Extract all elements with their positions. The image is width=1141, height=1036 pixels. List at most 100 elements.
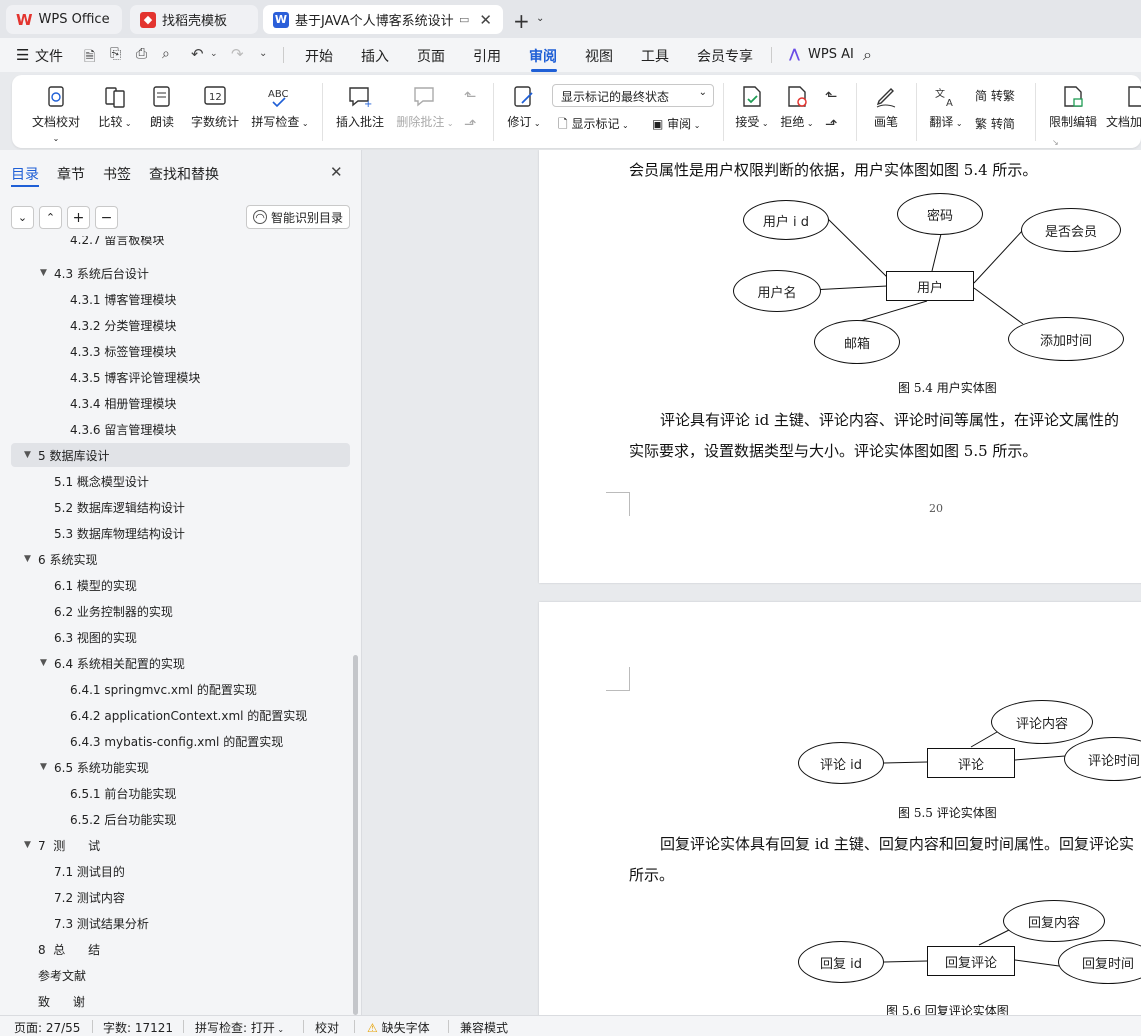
collapse-all-button[interactable]: ⌄ bbox=[11, 206, 34, 229]
ribbon-expand-icon[interactable]: ↘ bbox=[1052, 138, 1059, 147]
menu-review[interactable]: 审阅 bbox=[529, 46, 557, 66]
tab-chapters[interactable]: 章节 bbox=[57, 164, 85, 184]
toc-item[interactable]: 4.3.4 相册管理模块 bbox=[0, 391, 350, 415]
toc-item[interactable]: ▼ 7 测 试 bbox=[0, 833, 350, 857]
next-comment-icon[interactable]: ⬏ bbox=[464, 115, 477, 133]
pen-button[interactable]: 画笔 bbox=[871, 85, 901, 130]
spell-check-button[interactable]: ABC 拼写检查 ⌄ bbox=[250, 85, 310, 130]
toc-item[interactable]: ▼ 6.4 系统相关配置的实现 bbox=[0, 651, 350, 675]
toc-item[interactable]: 4.3.2 分类管理模块 bbox=[0, 313, 350, 337]
delete-comment-button[interactable]: 删除批注 ⌄ bbox=[395, 85, 455, 130]
close-pane-icon[interactable]: ✕ bbox=[330, 163, 343, 181]
menu-tools[interactable]: 工具 bbox=[641, 46, 669, 66]
print-preview-icon[interactable]: ⌕ bbox=[162, 46, 170, 62]
toc-item[interactable]: 6.2 业务控制器的实现 bbox=[0, 599, 350, 623]
tab-find-replace[interactable]: 查找和替换 bbox=[149, 164, 219, 184]
menu-page[interactable]: 页面 bbox=[417, 46, 445, 66]
show-markup-button[interactable]: 🗋 显示标记 ⌄ bbox=[558, 115, 629, 136]
caret-down-icon[interactable]: ▼ bbox=[24, 554, 31, 564]
toc-item[interactable]: 参考文献 bbox=[0, 963, 350, 987]
toc-item[interactable]: 7.1 测试目的 bbox=[0, 859, 350, 883]
smart-toc-button[interactable]: ◠ 智能识别目录 bbox=[246, 205, 350, 229]
toc-item[interactable]: 6.1 模型的实现 bbox=[0, 573, 350, 597]
toc-item[interactable]: 7.2 测试内容 bbox=[0, 885, 350, 909]
review-pane-button[interactable]: ▣ 审阅 ⌄ bbox=[652, 115, 700, 132]
tab-document[interactable]: W 基于JAVA个人博客系统设计 与 ▭ ✕ bbox=[263, 5, 503, 34]
next-change-icon[interactable]: ⬏ bbox=[825, 115, 838, 133]
previous-comment-icon[interactable]: ⬑ bbox=[464, 87, 477, 105]
caret-down-icon[interactable]: ▼ bbox=[40, 658, 47, 668]
restrict-edit-button[interactable]: 限制编辑 bbox=[1046, 85, 1100, 130]
share-icon[interactable]: ⎘ bbox=[110, 46, 121, 62]
toc-item[interactable]: 6.4.3 mybatis-config.xml 的配置实现 bbox=[0, 729, 350, 753]
compare-button[interactable]: 比较 ⌄ bbox=[95, 85, 135, 130]
toc-item[interactable]: 4.3.5 博客评论管理模块 bbox=[0, 365, 350, 389]
search-icon[interactable]: ⌕ bbox=[863, 45, 872, 65]
to-traditional-button[interactable]: 简 转繁 bbox=[975, 87, 1015, 104]
toc-item[interactable]: 6.5.2 后台功能实现 bbox=[0, 807, 350, 831]
previous-change-icon[interactable]: ⬑ bbox=[825, 87, 838, 105]
proof-button[interactable]: 校对 bbox=[315, 1019, 339, 1036]
revise-button[interactable]: 修订 ⌄ bbox=[502, 85, 546, 130]
doc-encrypt-button[interactable]: 文档加 bbox=[1106, 85, 1141, 130]
toc-item[interactable]: 4.3.1 博客管理模块 bbox=[0, 287, 350, 311]
chevron-down-icon[interactable]: ⌄ bbox=[536, 13, 544, 24]
tab-wps-office[interactable]: W WPS Office bbox=[6, 5, 122, 34]
menu-insert[interactable]: 插入 bbox=[361, 46, 389, 66]
toc-item[interactable]: 致 谢 bbox=[0, 989, 350, 1013]
spell-check-indicator[interactable]: 拼写检查: 打开 ⌄ bbox=[195, 1019, 284, 1036]
add-heading-button[interactable]: + bbox=[67, 206, 90, 229]
toc-item[interactable]: 4.3.3 标签管理模块 bbox=[0, 339, 350, 363]
markup-state-select[interactable]: 显示标记的最终状态 ⌄ bbox=[552, 84, 714, 107]
toc-item[interactable]: 5.2 数据库逻辑结构设计 bbox=[0, 495, 350, 519]
toc-item[interactable]: 4.2.7 留言板模块 bbox=[0, 236, 350, 250]
toc-item[interactable]: ▼ 4.3 系统后台设计 bbox=[0, 261, 350, 285]
toc-item[interactable]: 5.3 数据库物理结构设计 bbox=[0, 521, 350, 545]
toc-item[interactable]: 8 总 结 bbox=[0, 937, 350, 961]
doc-check-button[interactable]: 文档校对 ⌄ bbox=[28, 85, 84, 144]
toc-item[interactable]: 6.3 视图的实现 bbox=[0, 625, 350, 649]
menu-file[interactable]: 文件 bbox=[35, 46, 63, 66]
menu-view[interactable]: 视图 bbox=[585, 46, 613, 66]
undo-icon[interactable]: ↶ bbox=[191, 45, 204, 63]
menu-reference[interactable]: 引用 bbox=[473, 46, 501, 66]
translate-button[interactable]: 文A 翻译 ⌄ bbox=[926, 85, 966, 130]
menu-home[interactable]: 开始 bbox=[305, 46, 333, 66]
save-icon[interactable]: 🗎 bbox=[84, 46, 95, 70]
accept-button[interactable]: 接受 ⌄ bbox=[732, 85, 772, 130]
read-aloud-button[interactable]: 朗读 bbox=[147, 85, 177, 130]
undo-dropdown-icon[interactable]: ⌄ bbox=[210, 49, 218, 59]
redo-icon[interactable]: ↷ bbox=[231, 45, 244, 63]
menu-member[interactable]: 会员专享 bbox=[697, 46, 753, 66]
page-indicator[interactable]: 页面: 27/55 bbox=[14, 1019, 80, 1036]
caret-down-icon[interactable]: ▼ bbox=[24, 450, 31, 460]
toc-item[interactable]: 4.3.6 留言管理模块 bbox=[0, 417, 350, 441]
to-simplified-button[interactable]: 繁 转简 bbox=[975, 115, 1015, 132]
more-quick-access-icon[interactable]: ⌄ bbox=[259, 48, 267, 59]
missing-font-button[interactable]: ⚠ 缺失字体 bbox=[367, 1019, 430, 1036]
toc-item-selected[interactable]: ▼ 5 数据库设计 bbox=[11, 443, 350, 467]
tab-bookmarks[interactable]: 书签 bbox=[103, 164, 131, 184]
print-icon[interactable]: ⎙ bbox=[136, 46, 147, 62]
hamburger-icon[interactable]: ☰ bbox=[16, 46, 29, 64]
close-tab-icon[interactable]: ✕ bbox=[479, 11, 492, 29]
toc-item[interactable]: 6.4.1 springmvc.xml 的配置实现 bbox=[0, 677, 350, 701]
tab-docer-templates[interactable]: ◆ 找稻壳模板 bbox=[130, 5, 258, 34]
reject-button[interactable]: 拒绝 ⌄ bbox=[777, 85, 817, 130]
remove-heading-button[interactable]: − bbox=[95, 206, 118, 229]
caret-down-icon[interactable]: ▼ bbox=[40, 268, 47, 278]
toc-item[interactable]: 5.1 概念模型设计 bbox=[0, 469, 350, 493]
toc-item[interactable]: 7.3 测试结果分析 bbox=[0, 911, 350, 935]
toc-item[interactable]: ▼ 6.5 系统功能实现 bbox=[0, 755, 350, 779]
word-count-button[interactable]: 12 字数统计 bbox=[188, 85, 242, 130]
menu-wps-ai[interactable]: WPS AI bbox=[808, 47, 854, 62]
new-tab-icon[interactable]: + bbox=[513, 9, 530, 33]
toc-item[interactable]: 6.4.2 applicationContext.xml 的配置实现 bbox=[0, 703, 350, 727]
insert-comment-button[interactable]: + 插入批注 bbox=[334, 85, 386, 130]
toc-item[interactable]: 6.5.1 前台功能实现 bbox=[0, 781, 350, 805]
tab-toc[interactable]: 目录 bbox=[11, 164, 39, 184]
word-count-indicator[interactable]: 字数: 17121 bbox=[103, 1019, 173, 1036]
toc-item[interactable]: ▼ 6 系统实现 bbox=[0, 547, 350, 571]
caret-down-icon[interactable]: ▼ bbox=[40, 762, 47, 772]
sidebar-scrollbar[interactable] bbox=[353, 655, 358, 1015]
